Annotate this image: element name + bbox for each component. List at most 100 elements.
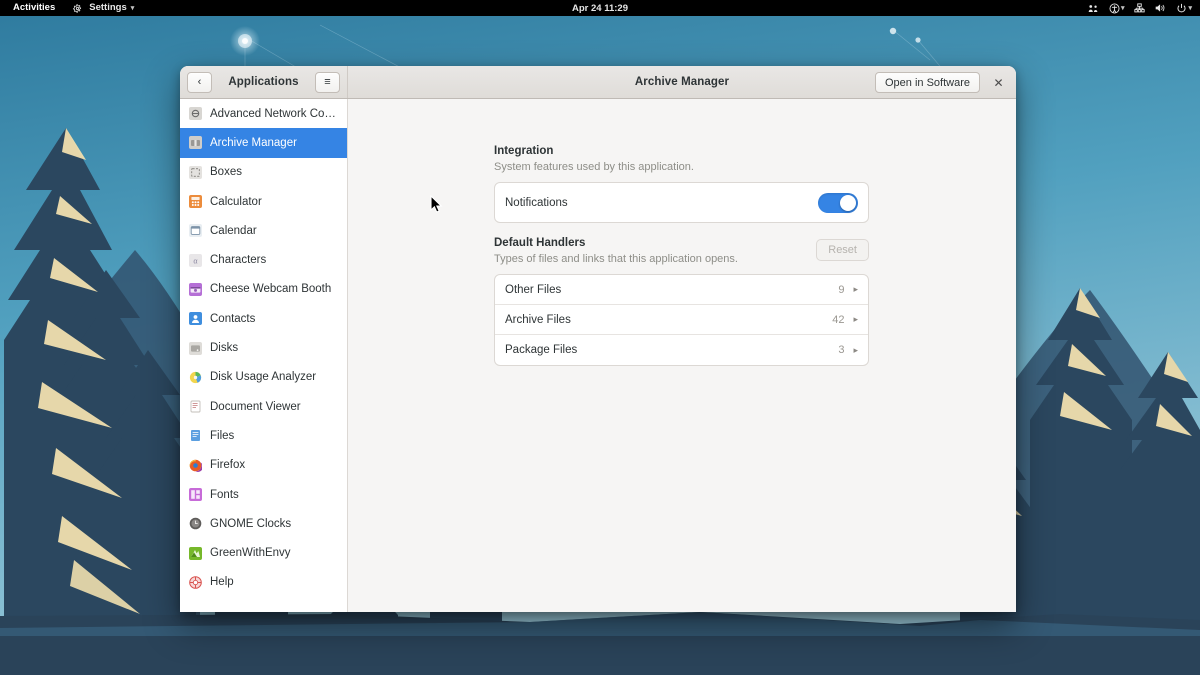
document-viewer-icon: [189, 400, 202, 413]
chevron-right-icon: ▸: [853, 344, 858, 355]
greenwithenvy-icon: [189, 546, 202, 560]
sidebar-item-label: Disks: [210, 342, 239, 355]
sidebar-item-boxes[interactable]: Boxes: [180, 158, 347, 187]
sidebar-item-gnome-clocks[interactable]: GNOME Clocks: [180, 509, 347, 538]
network-connections-icon[interactable]: [1084, 0, 1103, 16]
sidebar-item-label: Help: [210, 576, 234, 589]
handler-row-archive-files[interactable]: Archive Files 42 ▸: [495, 305, 868, 335]
sidebar-item-label: Advanced Network Configurati…: [210, 107, 338, 120]
sidebar-header: ‹ Applications ≡: [180, 66, 348, 98]
sidebar-item-calendar[interactable]: Calendar: [180, 216, 347, 245]
archive-manager-icon: [189, 136, 202, 150]
sidebar-item-label: Boxes: [210, 166, 242, 179]
handler-label: Other Files: [505, 283, 562, 296]
sidebar-item-greenwithenvy[interactable]: GreenWithEnvy: [180, 538, 347, 567]
close-icon[interactable]: ✕: [989, 73, 1008, 92]
reset-button[interactable]: Reset: [816, 239, 869, 261]
gnome-top-bar: Activities Settings ▾ Apr 24 11:29 ▾ ▾: [0, 0, 1200, 16]
clocks-icon: [189, 517, 202, 530]
sidebar-item-label: Calculator: [210, 195, 262, 208]
handler-row-other-files[interactable]: Other Files 9 ▸: [495, 275, 868, 305]
default-handlers-section: Default Handlers Types of files and link…: [494, 237, 869, 366]
integration-card: Notifications: [494, 182, 869, 223]
handler-count: 3: [838, 344, 845, 356]
accessibility-icon[interactable]: ▾: [1105, 0, 1129, 16]
sidebar-item-firefox[interactable]: Firefox: [180, 451, 347, 480]
activities-label: Activities: [13, 2, 56, 13]
sidebar-item-label: GreenWithEnvy: [210, 547, 291, 560]
handler-count: 9: [838, 283, 845, 296]
sidebar-item-archive-manager[interactable]: Archive Manager: [180, 128, 347, 158]
sidebar-item-label: Document Viewer: [210, 400, 301, 413]
default-handlers-title: Default Handlers: [494, 237, 586, 249]
sidebar-item-advanced-network-configuration[interactable]: Advanced Network Configurati…: [180, 99, 347, 128]
toggle-knob: [840, 194, 856, 211]
integration-subtitle: System features used by this application…: [494, 161, 694, 173]
open-in-software-button[interactable]: Open in Software: [875, 72, 980, 93]
disk-usage-icon: [189, 371, 202, 384]
sidebar-item-cheese-webcam-booth[interactable]: Cheese Webcam Booth: [180, 275, 347, 304]
power-icon[interactable]: ▾: [1172, 0, 1196, 16]
default-handlers-subtitle: Types of files and links that this appli…: [494, 253, 738, 265]
contacts-icon: [189, 312, 202, 326]
sidebar-item-fonts[interactable]: Fonts: [180, 480, 347, 509]
gnome-settings-window: ‹ Applications ≡ Archive Manager Open in…: [180, 66, 1016, 612]
sidebar-item-contacts[interactable]: Contacts: [180, 304, 347, 333]
boxes-icon: [189, 165, 202, 179]
chevron-down-icon: ▾: [1120, 4, 1125, 12]
characters-icon: α: [189, 253, 202, 267]
help-icon: [189, 576, 202, 589]
applications-sidebar[interactable]: Advanced Network Configurati… Archive Ma…: [180, 99, 348, 612]
chevron-right-icon: ▸: [853, 284, 858, 294]
calendar-icon: [189, 224, 202, 238]
back-button[interactable]: ‹: [187, 71, 212, 93]
window-body: Advanced Network Configurati… Archive Ma…: [180, 99, 1016, 612]
chevron-down-icon: ▾: [1188, 4, 1192, 12]
sidebar-item-label: Cheese Webcam Booth: [210, 283, 332, 296]
sidebar-item-characters[interactable]: α Characters: [180, 245, 347, 274]
sidebar-item-help[interactable]: Help: [180, 568, 347, 597]
handler-row-package-files[interactable]: Package Files 3 ▸: [495, 335, 868, 365]
sidebar-item-document-viewer[interactable]: Document Viewer: [180, 392, 347, 421]
firefox-icon: [189, 459, 202, 472]
files-icon: [189, 429, 202, 442]
gear-icon: [69, 0, 86, 16]
network-config-icon: [189, 107, 202, 121]
sidebar-item-label: Contacts: [210, 312, 256, 325]
app-menu-button[interactable]: Settings ▾: [62, 0, 141, 16]
sidebar-item-label: Archive Manager: [210, 136, 297, 149]
sidebar-item-label: Files: [210, 429, 235, 442]
cheese-icon: [189, 282, 202, 296]
sidebar-item-label: Disk Usage Analyzer: [210, 371, 317, 384]
sidebar-item-disk-usage-analyzer[interactable]: Disk Usage Analyzer: [180, 363, 347, 392]
sidebar-item-calculator[interactable]: Calculator: [180, 187, 347, 216]
window-header-bar: ‹ Applications ≡ Archive Manager Open in…: [180, 66, 1016, 99]
fonts-icon: [189, 488, 202, 501]
notifications-label: Notifications: [505, 196, 568, 209]
default-handlers-card: Other Files 9 ▸ Archive Files 42 ▸ Packa…: [494, 274, 869, 366]
clock-label: Apr 24 11:29: [572, 2, 628, 14]
chevron-down-icon: ▾: [130, 4, 135, 12]
calculator-icon: [189, 195, 202, 209]
notifications-row[interactable]: Notifications: [495, 183, 868, 222]
sidebar-item-label: Characters: [210, 254, 267, 267]
settings-content: Integration System features used by this…: [348, 99, 1016, 612]
sidebar-item-label: GNOME Clocks: [210, 517, 292, 530]
network-wired-icon[interactable]: [1130, 0, 1149, 16]
sidebar-title: Applications: [228, 76, 299, 88]
sidebar-item-disks[interactable]: Disks: [180, 333, 347, 362]
activities-button[interactable]: Activities: [6, 0, 62, 16]
chevron-right-icon: ▸: [853, 314, 858, 324]
integration-section: Integration System features used by this…: [494, 145, 869, 223]
app-menu-label: Settings: [89, 2, 127, 13]
disks-icon: [189, 341, 202, 355]
notifications-toggle[interactable]: [818, 192, 858, 213]
volume-icon[interactable]: [1151, 0, 1170, 16]
sidebar-item-files[interactable]: Files: [180, 421, 347, 450]
sidebar-item-label: Firefox: [210, 459, 246, 472]
handler-count: 42: [832, 313, 845, 326]
sidebar-item-label: Fonts: [210, 488, 239, 501]
content-header: Archive Manager Open in Software ✕: [348, 66, 1016, 98]
sidebar-item-label: Calendar: [210, 224, 257, 237]
hamburger-menu-button[interactable]: ≡: [315, 71, 340, 93]
